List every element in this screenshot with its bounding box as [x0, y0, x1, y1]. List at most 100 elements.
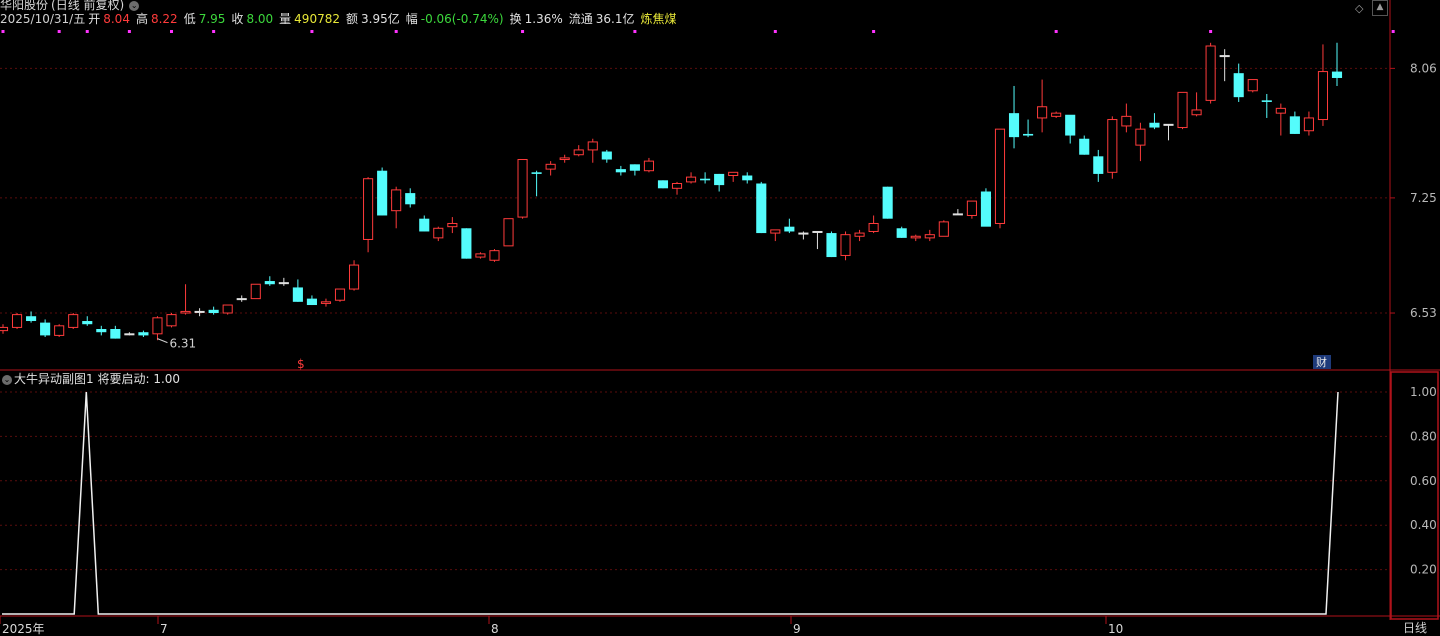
- candle-body: [124, 333, 135, 336]
- settings-dropdown-icon[interactable]: ⌄: [129, 0, 140, 11]
- candle-body: [306, 298, 317, 306]
- min-price-pointer: [157, 338, 168, 344]
- period-button[interactable]: 日线: [1390, 620, 1440, 636]
- candle-body: [1289, 116, 1300, 134]
- candle-body: [601, 151, 612, 160]
- chart-canvas[interactable]: 8.067.256.531.000.800.600.400.208.256.31…: [0, 0, 1440, 636]
- indicator-tick-label: 0.80: [1410, 429, 1437, 443]
- candle-body: [166, 314, 177, 327]
- time-tick-label: 9: [793, 622, 801, 636]
- candle-body: [756, 183, 767, 234]
- candle-body: [1205, 45, 1216, 101]
- time-tick-label: 2025年: [2, 622, 45, 636]
- candle-body: [433, 227, 444, 239]
- candle-body: [292, 287, 303, 302]
- candle-body: [461, 228, 472, 259]
- indicator-tick-label: 1.00: [1410, 385, 1437, 399]
- close-label: 收: [231, 12, 244, 26]
- indicator-signal-value: 1.00: [153, 372, 181, 386]
- candle-body: [910, 235, 921, 239]
- candle-body: [924, 234, 935, 239]
- indicator-signal-label: 将要启动:: [97, 372, 150, 386]
- event-dot: [1, 30, 5, 33]
- candle-body: [742, 175, 753, 181]
- candle-body: [1037, 106, 1048, 119]
- candle-body: [1008, 113, 1020, 138]
- turnover-value: 1.36%: [524, 12, 563, 26]
- candle-body: [1107, 119, 1118, 173]
- candle-body: [559, 157, 570, 161]
- quote-info-bar: 华阳股份 (日线 前复权) ⌄ 2025/10/31/五开 8.04 高 8.22 低 7.9…: [0, 0, 1390, 30]
- candle-body: [1149, 122, 1160, 128]
- event-dot: [85, 30, 89, 33]
- event-dot: [1209, 30, 1213, 33]
- candle-body: [938, 221, 949, 237]
- concept-tag[interactable]: 炼焦煤: [641, 12, 677, 26]
- candle-body: [222, 304, 233, 314]
- indicator-axis-frame: [1390, 371, 1439, 620]
- event-dot: [57, 30, 61, 33]
- candle-body: [1177, 91, 1188, 129]
- candle-body: [545, 163, 556, 170]
- indicator-tick-label: 0.20: [1410, 563, 1437, 577]
- candle-body: [671, 183, 683, 189]
- diamond-icon[interactable]: ◇: [1355, 2, 1363, 15]
- indicator-name[interactable]: 大牛异动副图1: [14, 372, 94, 386]
- candle-body: [868, 222, 879, 232]
- candle-body: [1135, 128, 1146, 146]
- indicator-tick-label: 0.60: [1410, 474, 1437, 488]
- candle-body: [952, 213, 963, 216]
- candle-body: [11, 314, 23, 328]
- price-tick-label: 8.06: [1410, 61, 1437, 75]
- candle-body: [1317, 71, 1329, 121]
- candle-body: [82, 321, 93, 325]
- candle-body: [994, 128, 1006, 224]
- candle-body: [812, 230, 823, 233]
- candle-body: [714, 173, 725, 186]
- candle-body: [1331, 71, 1343, 78]
- event-dot: [872, 30, 876, 33]
- candle-body: [854, 232, 865, 237]
- ohlc-readout: 2025/10/31/五开 8.04 高 8.22 低 7.95 收 8.00 量 490782 额…: [0, 11, 680, 27]
- candle-body: [1303, 117, 1314, 132]
- amount-label: 额: [345, 12, 358, 26]
- candle-body: [587, 141, 598, 151]
- candle-body: [152, 317, 163, 335]
- event-dot: [773, 30, 777, 33]
- candle-body: [700, 178, 711, 181]
- candle-body: [320, 301, 332, 304]
- scroll-up-icon[interactable]: ▲: [1372, 0, 1388, 16]
- candle-body: [1163, 123, 1174, 126]
- quote-date: 2025/10/31/五: [0, 12, 86, 26]
- candle-body: [517, 159, 528, 218]
- event-dot: [310, 30, 314, 33]
- event-dot: [127, 30, 131, 33]
- candle-body: [1247, 79, 1258, 92]
- candle-body: [110, 329, 121, 339]
- candle-body: [629, 164, 640, 171]
- candle-body: [826, 233, 837, 258]
- candle-body: [236, 298, 247, 301]
- change-label: 幅: [405, 12, 418, 26]
- close-value: 8.00: [246, 12, 274, 26]
- candle-body: [503, 218, 514, 247]
- price-tick-label: 7.25: [1410, 191, 1437, 205]
- indicator-dropdown-icon[interactable]: ⌄: [2, 374, 12, 385]
- open-value: 8.04: [103, 12, 130, 26]
- time-tick-label: 7: [160, 622, 168, 636]
- candle-body: [264, 281, 275, 285]
- candle-body: [194, 310, 205, 313]
- change-value: -0.06(-0.74%): [420, 12, 504, 26]
- candle-body: [657, 180, 669, 189]
- candle-body: [0, 326, 9, 332]
- event-dot: [633, 30, 637, 33]
- amount-value: 3.95亿: [361, 12, 400, 26]
- candle-body: [896, 228, 907, 238]
- event-dot: [212, 30, 216, 33]
- candle-body: [1191, 109, 1202, 116]
- candle-body: [250, 283, 261, 300]
- candle-body: [1051, 112, 1062, 117]
- candle-body: [686, 176, 697, 183]
- candle-body: [54, 325, 65, 336]
- candle-body: [784, 226, 795, 232]
